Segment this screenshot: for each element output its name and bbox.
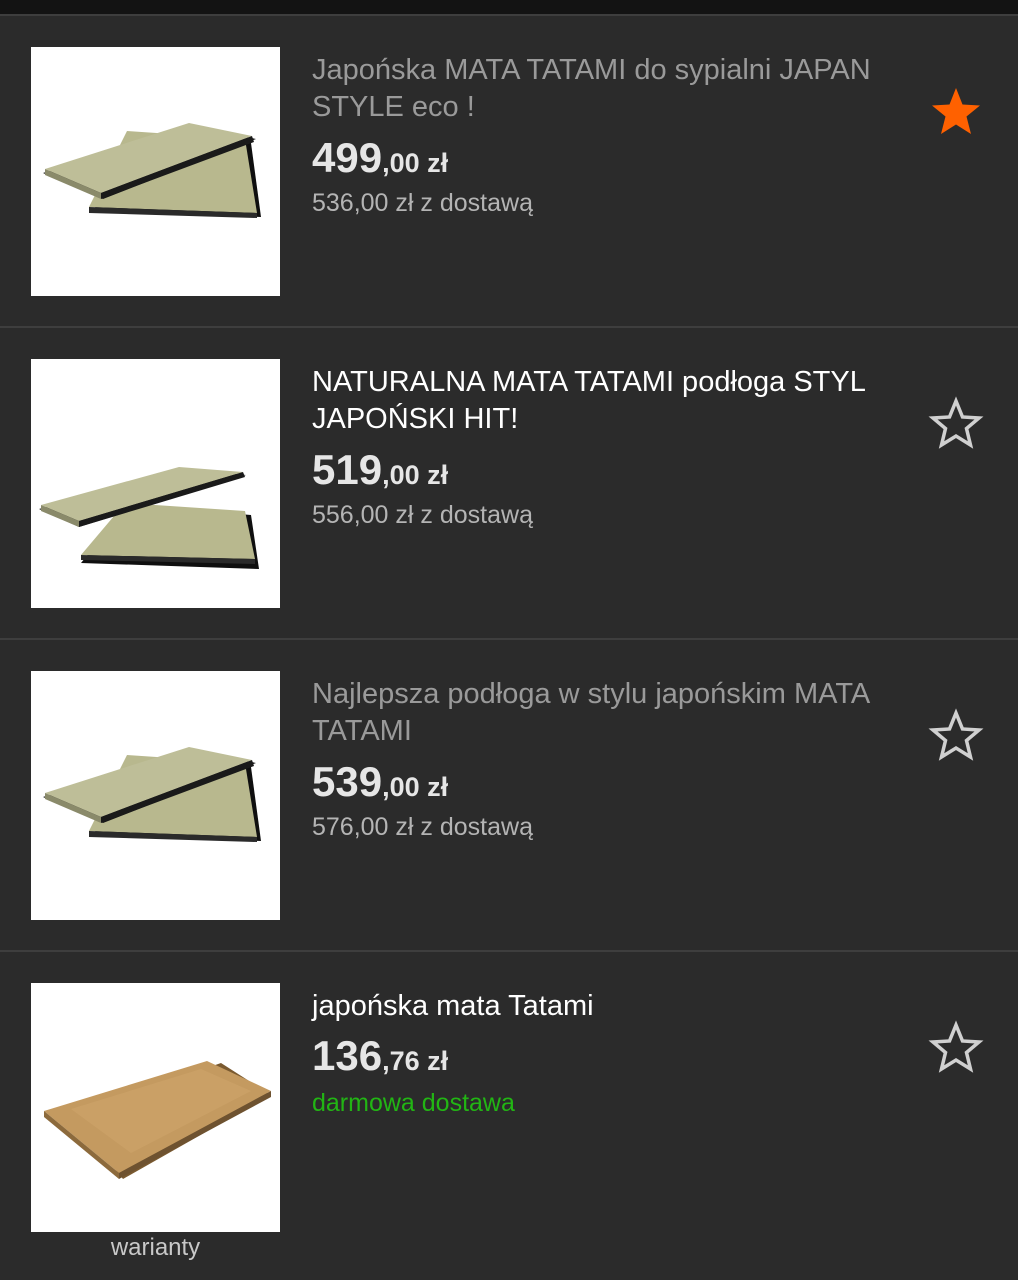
- offer-thumbnail[interactable]: [31, 671, 280, 920]
- price-decimals: ,00 zł: [382, 460, 449, 490]
- offer-list-item[interactable]: japońska mata Tatami 136,76 zł darmowa d…: [0, 950, 1018, 1262]
- offer-title[interactable]: Najlepsza podłoga w stylu japońskim MATA…: [312, 676, 872, 750]
- free-shipping-label: darmowa dostawa: [312, 1089, 515, 1117]
- tatami-mats-image: [43, 123, 261, 218]
- tatami-mats-image: [43, 747, 261, 842]
- price-main: 519: [312, 446, 383, 493]
- favorite-star-icon[interactable]: [928, 708, 984, 764]
- offer-list-item[interactable]: Japońska MATA TATAMI do sypialni JAPAN S…: [0, 14, 1018, 326]
- flat-mat-image: [44, 1061, 271, 1179]
- price-main: 136: [312, 1032, 383, 1079]
- price-decimals: ,00 zł: [382, 772, 449, 802]
- offer-price: 539,00 zł: [312, 758, 448, 811]
- price-with-shipping: 556,00 zł z dostawą: [312, 501, 533, 529]
- price-main: 539: [312, 758, 383, 805]
- offer-title[interactable]: japońska mata Tatami: [312, 988, 872, 1025]
- status-bar: [0, 0, 1018, 14]
- variants-label[interactable]: warianty: [31, 1234, 280, 1262]
- offer-title[interactable]: NATURALNA MATA TATAMI podłoga STYL JAPOŃ…: [312, 364, 872, 438]
- favorite-star-icon[interactable]: [928, 1020, 984, 1076]
- price-decimals: ,76 zł: [382, 1046, 449, 1076]
- offer-title[interactable]: Japońska MATA TATAMI do sypialni JAPAN S…: [312, 52, 872, 126]
- offer-list-item[interactable]: NATURALNA MATA TATAMI podłoga STYL JAPOŃ…: [0, 326, 1018, 638]
- price-main: 499: [312, 134, 383, 181]
- offer-thumbnail[interactable]: [31, 983, 280, 1232]
- price-with-shipping: 536,00 zł z dostawą: [312, 189, 533, 217]
- price-with-shipping: 576,00 zł z dostawą: [312, 813, 533, 841]
- tatami-mats-image: [39, 467, 259, 569]
- offer-list-item[interactable]: Najlepsza podłoga w stylu japońskim MATA…: [0, 638, 1018, 950]
- offer-price: 499,00 zł: [312, 134, 448, 187]
- favorite-star-icon[interactable]: [928, 84, 984, 140]
- offer-thumbnail[interactable]: [31, 359, 280, 608]
- offer-list: Japońska MATA TATAMI do sypialni JAPAN S…: [0, 14, 1018, 1262]
- offer-thumbnail[interactable]: [31, 47, 280, 296]
- price-decimals: ,00 zł: [382, 148, 449, 178]
- offer-price: 519,00 zł: [312, 446, 448, 499]
- offer-price: 136,76 zł: [312, 1032, 448, 1085]
- favorite-star-icon[interactable]: [928, 396, 984, 452]
